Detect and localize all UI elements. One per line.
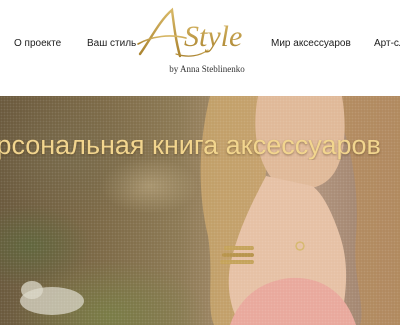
site-header: О проекте Ваш стиль Style by Anna Stebli…	[0, 0, 400, 90]
logo-subtitle: by Anna Steblinenko	[169, 64, 245, 74]
nav-link-about[interactable]: О проекте	[14, 38, 61, 49]
site-logo[interactable]: Style by Anna Steblinenko	[136, 6, 268, 86]
logo-mark: Style	[137, 7, 242, 58]
nav-link-accessories-world[interactable]: Мир аксессуаров	[271, 38, 351, 49]
nav-link-art-salon[interactable]: Арт-сл	[374, 38, 400, 49]
nav-link-your-style[interactable]: Ваш стиль	[87, 38, 136, 49]
hero-banner: Персональная книга аксессуаров	[0, 96, 400, 325]
svg-text:Style: Style	[184, 20, 242, 53]
hero-title: Персональная книга аксессуаров	[0, 130, 381, 160]
